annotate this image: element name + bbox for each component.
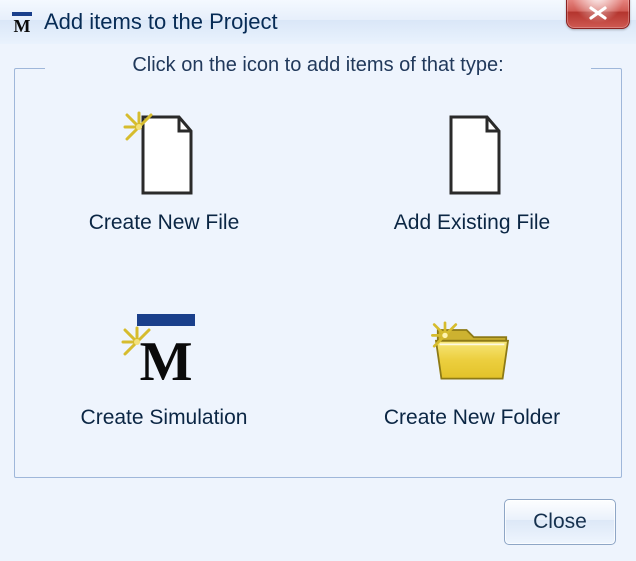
create-simulation-label: Create Simulation: [81, 406, 248, 430]
window-close-button[interactable]: [566, 0, 630, 29]
title-bar: M Add items to the Project: [0, 0, 636, 45]
new-folder-icon: [427, 302, 517, 402]
simulation-icon: M: [119, 302, 209, 402]
create-simulation-item[interactable]: M Create Simulation: [15, 302, 313, 467]
close-icon: [587, 5, 609, 21]
create-new-folder-item[interactable]: Create New Folder: [323, 302, 621, 467]
window-title: Add items to the Project: [44, 9, 636, 35]
create-new-file-item[interactable]: Create New File: [15, 107, 313, 272]
add-existing-file-item[interactable]: Add Existing File: [323, 107, 621, 272]
create-new-folder-label: Create New Folder: [384, 406, 560, 430]
svg-text:M: M: [14, 16, 31, 34]
existing-file-icon: [427, 107, 517, 207]
group-legend: Click on the icon to add items of that t…: [45, 54, 591, 77]
new-file-icon: [119, 107, 209, 207]
items-grid: Create New File Add Existing File M: [15, 107, 621, 467]
add-items-groupbox: Click on the icon to add items of that t…: [14, 68, 622, 478]
create-new-file-label: Create New File: [89, 211, 240, 235]
client-area: Click on the icon to add items of that t…: [0, 44, 636, 561]
close-button-label: Close: [533, 510, 587, 534]
svg-text:M: M: [140, 331, 193, 393]
add-existing-file-label: Add Existing File: [394, 211, 550, 235]
app-icon: M: [10, 10, 34, 34]
close-button[interactable]: Close: [504, 499, 616, 545]
